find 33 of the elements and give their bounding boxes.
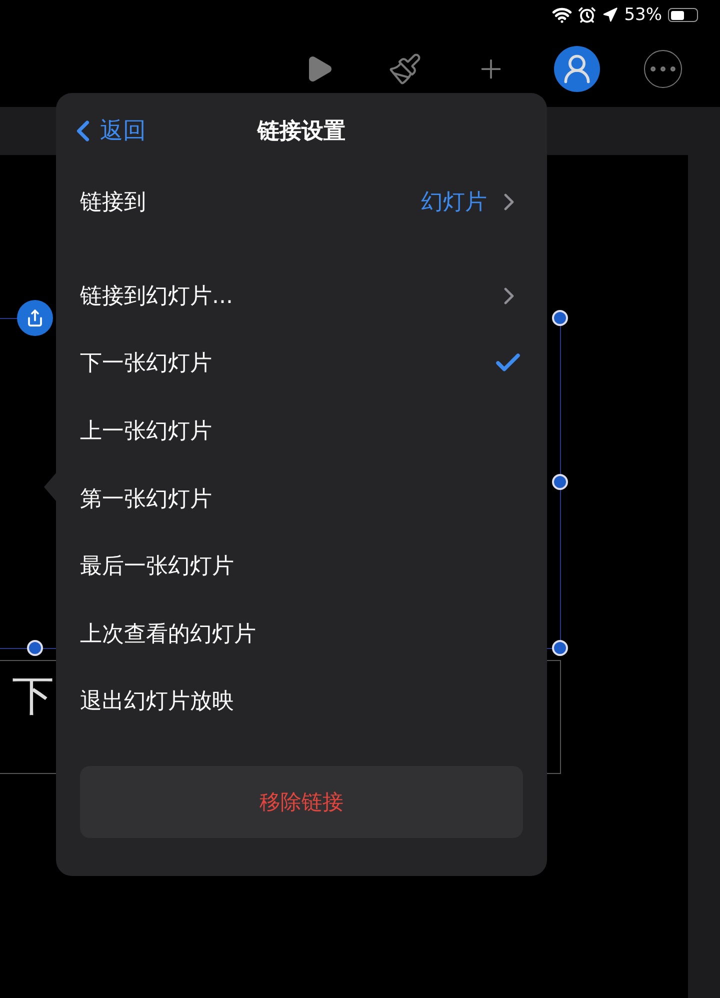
option-label: 链接到幻灯片... [80, 282, 233, 311]
link-to-label: 链接到 [80, 189, 146, 217]
slide-subtitle-text: 下 [12, 675, 54, 717]
link-to-row[interactable]: 链接到 幻灯片 [80, 168, 523, 236]
option-label: 下一张幻灯片 [80, 350, 212, 378]
collaboration-button[interactable] [554, 46, 600, 92]
link-option[interactable]: 下一张幻灯片 [80, 330, 523, 398]
more-icon[interactable] [644, 50, 682, 88]
option-label: 上次查看的幻灯片 [80, 620, 256, 649]
link-option[interactable]: 链接到幻灯片... [80, 262, 523, 330]
option-label: 最后一张幻灯片 [80, 553, 234, 582]
option-label: 第一张幻灯片 [80, 486, 212, 514]
link-option[interactable]: 第一张幻灯片 [80, 464, 523, 532]
wifi-icon [552, 5, 572, 25]
paintbrush-icon[interactable] [388, 52, 422, 86]
battery-icon [668, 8, 698, 22]
option-label: 退出幻灯片放映 [80, 688, 234, 716]
selection-handle[interactable] [552, 310, 568, 326]
link-badge[interactable] [17, 300, 53, 336]
selection-handle[interactable] [27, 640, 43, 656]
option-label: 上一张幻灯片 [80, 418, 212, 446]
link-option[interactable]: 上次查看的幻灯片 [80, 600, 523, 668]
selection-handle[interactable] [552, 474, 568, 490]
back-button[interactable]: 返回 [66, 114, 146, 148]
link-to-value: 幻灯片 [421, 189, 487, 217]
alarm-icon [578, 6, 596, 24]
link-option[interactable]: 上一张幻灯片 [80, 397, 523, 465]
popover-title: 链接设置 [258, 118, 346, 146]
selection-handle[interactable] [552, 640, 568, 656]
link-option[interactable]: 最后一张幻灯片 [80, 532, 523, 600]
location-icon [602, 7, 618, 23]
battery-percent: 53% [624, 5, 662, 25]
link-option[interactable]: 退出幻灯片放映 [80, 668, 523, 736]
